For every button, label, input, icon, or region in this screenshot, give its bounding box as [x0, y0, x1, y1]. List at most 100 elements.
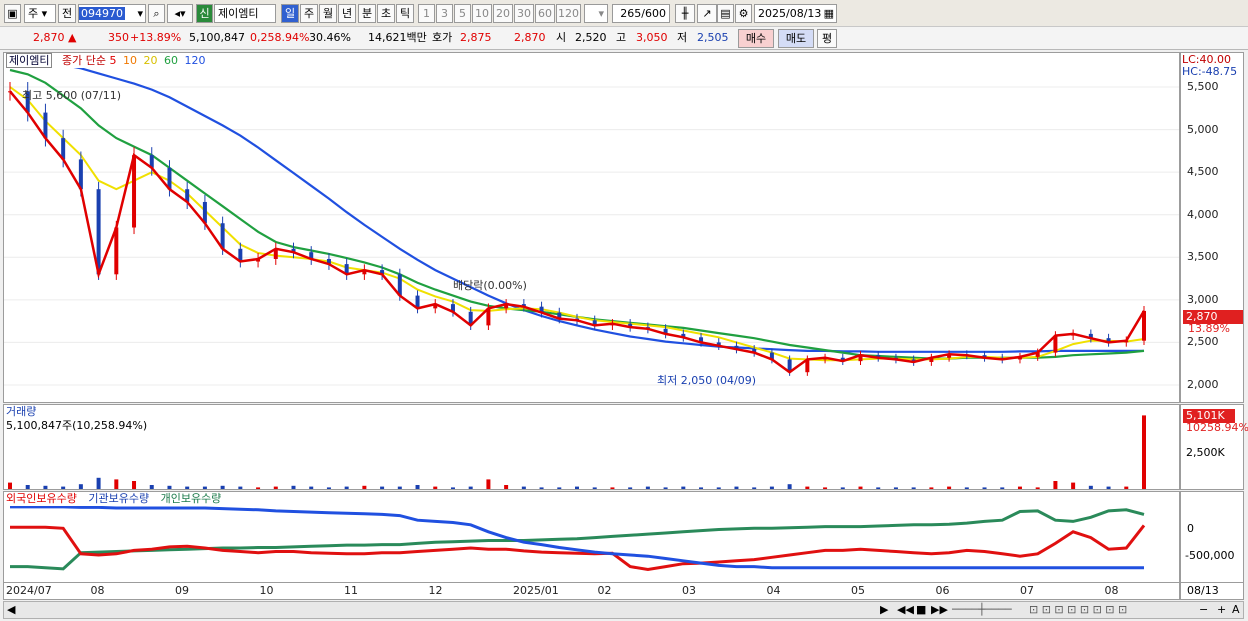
volume-bar — [893, 487, 898, 489]
code-input[interactable]: 094970 ▾ — [78, 4, 146, 23]
price-tick-label: 4,000 — [1187, 207, 1219, 221]
scroll-right-icon[interactable]: ▶ — [880, 603, 888, 617]
volume-axis-tick: 2,500K — [1186, 446, 1225, 459]
legend-ma10: 10 — [122, 54, 137, 67]
bottom-date: 08/13 — [1187, 584, 1219, 597]
price-tick-label: 3,500 — [1187, 250, 1219, 264]
period-week[interactable]: 주 — [300, 4, 318, 23]
speaker-icon[interactable]: ◂▾ — [167, 4, 193, 23]
legend: 제이엠티 종가 단순 5 10 20 60 120 — [6, 53, 206, 68]
tick-5[interactable]: 5 — [454, 4, 471, 23]
stock-name[interactable]: 제이엠티 — [214, 4, 276, 23]
volume-bar — [8, 482, 12, 489]
volume-chart[interactable]: 거래량 5,100,847주(10,258.94%) — [3, 404, 1180, 490]
period-minute[interactable]: 분 — [358, 4, 376, 23]
low-value: 2,505 — [697, 31, 729, 44]
individual-line — [10, 508, 1145, 571]
market-select[interactable]: 주 ▾ — [24, 4, 56, 23]
volume-bar — [397, 486, 402, 489]
stop-icon[interactable]: ■ — [916, 603, 926, 617]
low-annotation: 최저 2,050 (04/09) — [657, 374, 757, 387]
volume-bar — [592, 487, 597, 489]
tick-120[interactable]: 120 — [556, 4, 581, 23]
sell-button[interactable]: 매도 — [778, 29, 814, 48]
volume-bar — [1053, 481, 1058, 489]
date-tick-label: 02 — [597, 584, 612, 597]
up-arrow-icon: ▲ — [68, 31, 77, 44]
bid-value: 2,870 — [514, 31, 546, 44]
volume-bar — [539, 487, 544, 489]
new-badge: 신 — [196, 4, 213, 23]
volume-bar — [1000, 487, 1005, 489]
change: 350 — [108, 31, 129, 44]
legend-name: 제이엠티 — [6, 53, 53, 68]
buy-button[interactable]: 매수 — [738, 29, 774, 48]
institution-line — [10, 524, 1146, 572]
volume-bar — [185, 486, 190, 489]
period-year[interactable]: 년 — [338, 4, 356, 23]
volume-bar — [344, 486, 349, 489]
zoom-slider[interactable]: ────┼──── — [952, 603, 1012, 617]
forward-icon[interactable]: ▶▶ — [931, 603, 948, 617]
candle-icon[interactable]: ╫ — [675, 4, 695, 23]
chevron-down-icon: ▾ — [137, 7, 143, 20]
layout-icon[interactable]: ▣ — [4, 4, 21, 23]
volume-bar — [238, 486, 243, 489]
period-month[interactable]: 월 — [319, 4, 337, 23]
volume-bar — [947, 486, 952, 489]
volume-bar — [309, 486, 314, 489]
volume-bar — [43, 485, 48, 489]
volume-ratio: 0,258.94% — [250, 31, 310, 44]
price-tick-label: 3,000 — [1187, 292, 1219, 306]
period-second[interactable]: 초 — [377, 4, 395, 23]
tool-icons[interactable]: ⊡ ⊡ ⊡ ⊡ ⊡ ⊡ ⊡ ⊡ — [1029, 603, 1127, 617]
count-input[interactable]: 265/600 — [612, 4, 670, 23]
date-axis-corner: 08/13 — [1180, 583, 1244, 600]
volume-bar — [575, 486, 579, 489]
tick-20[interactable]: 20 — [493, 4, 513, 23]
price-chart[interactable]: 제이엠티 종가 단순 5 10 20 60 120 최고 5,600 (07/1… — [3, 52, 1180, 403]
tick-1[interactable]: 1 — [418, 4, 435, 23]
volume-bar — [132, 481, 137, 489]
holdings-legend: 외국인보유수량 기관보유수량 개인보유수량 — [6, 492, 222, 506]
tick-60[interactable]: 60 — [535, 4, 555, 23]
volume-bar — [805, 486, 810, 489]
period-tick[interactable]: 틱 — [396, 4, 414, 23]
volume-bar — [167, 485, 172, 489]
holdings-chart[interactable]: 외국인보유수량 기관보유수량 개인보유수량 — [3, 491, 1180, 583]
ma5-line — [9, 90, 1146, 374]
volume-bar — [114, 479, 119, 489]
prev-button[interactable]: 전 — [58, 4, 76, 23]
price-tick-label: 4,500 — [1187, 165, 1219, 179]
search-icon[interactable]: ⌕ — [148, 4, 165, 23]
tick-10[interactable]: 10 — [472, 4, 492, 23]
save-icon[interactable]: ▤ — [717, 4, 734, 23]
rewind-icon[interactable]: ◀◀ — [897, 603, 914, 617]
date-input[interactable]: 2025/08/13 ▦ — [754, 4, 837, 23]
holdings-tick-0: 0 — [1187, 522, 1194, 535]
interval-select[interactable]: ▾ — [584, 4, 608, 23]
scroll-bar[interactable]: ◀ ▶ ◀◀ ■ ▶▶ ────┼──── ⊡ ⊡ ⊡ ⊡ ⊡ ⊡ ⊡ ⊡ − … — [3, 601, 1244, 619]
zoom-in-icon[interactable]: + — [1217, 603, 1226, 617]
date-value: 2025/08/13 — [758, 7, 822, 20]
tick-3[interactable]: 3 — [436, 4, 453, 23]
volume-bar — [486, 479, 491, 489]
volume-pct-tag: 10258.94% — [1186, 421, 1248, 434]
tick-30[interactable]: 30 — [514, 4, 534, 23]
draw-icon[interactable]: ↗ — [697, 4, 717, 23]
dividend-annotation: 배당락(0.00%) — [453, 279, 527, 292]
date-tick-label: 05 — [851, 584, 865, 597]
date-tick-label: 09 — [175, 584, 189, 597]
volume-bar — [982, 487, 987, 489]
date-axis: 2024/07 08 09 10 11 12 2025/01 02 03 04 05 06 07 08 — [3, 583, 1180, 600]
avg-button[interactable]: 평 — [817, 29, 837, 48]
period-day[interactable]: 일 — [281, 4, 299, 23]
volume-bar — [752, 487, 757, 489]
volume-bar — [450, 487, 455, 489]
gear-icon[interactable]: ⚙ — [735, 4, 752, 23]
zoom-out-icon[interactable]: − — [1199, 603, 1208, 617]
volume-bar — [716, 487, 721, 489]
scroll-left-icon[interactable]: ◀ — [7, 603, 15, 617]
holdings-axis: 0 -500,000 — [1180, 491, 1244, 583]
font-size-icon[interactable]: A — [1232, 603, 1240, 617]
